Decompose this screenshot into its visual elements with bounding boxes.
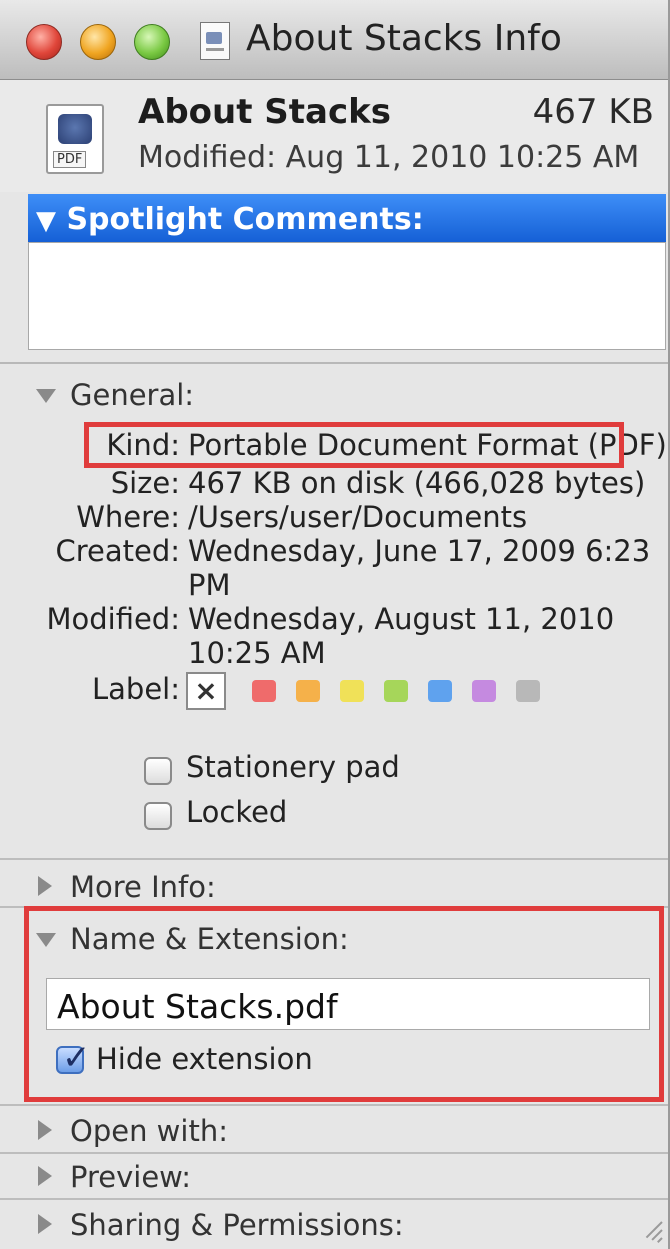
info-window: About Stacks Info PDF About Stacks 467 K… (0, 0, 670, 1249)
label-color-swatch[interactable] (384, 680, 408, 702)
preview-label: Preview: (70, 1160, 192, 1194)
disclosure-right-icon (38, 1214, 52, 1234)
created-value: Wednesday, June 17, 2009 6:23 (188, 534, 651, 568)
file-modified: Modified: Aug 11, 2010 10:25 AM (138, 140, 640, 175)
modified-value-cont: 10:25 AM (188, 636, 326, 670)
label-none-button[interactable]: × (186, 672, 226, 710)
general-section-label: General: (70, 378, 195, 412)
sharing-permissions-section-header[interactable]: Sharing & Permissions: (0, 1200, 668, 1249)
file-type-tag: PDF (53, 151, 87, 168)
modified-label: Modified: (46, 602, 180, 636)
stationery-pad-label: Stationery pad (186, 750, 400, 784)
spotlight-comments-field[interactable] (28, 242, 666, 350)
general-section-header[interactable]: General: (0, 370, 668, 420)
spotlight-comments-header[interactable]: ▼ Spotlight Comments: (28, 194, 666, 242)
created-value-cont: PM (188, 568, 231, 602)
locked-label: Locked (186, 795, 288, 829)
more-info-section-header[interactable]: More Info: (0, 862, 668, 912)
open-with-label: Open with: (70, 1114, 228, 1148)
disclosure-down-icon (36, 389, 56, 403)
label-color-swatch[interactable] (428, 680, 452, 702)
stationery-pad-checkbox[interactable] (144, 757, 172, 785)
where-label: Where: (76, 500, 180, 534)
divider (0, 858, 668, 860)
file-size: 467 KB (532, 92, 654, 132)
pdf-file-icon: PDF (46, 104, 104, 174)
window-title: About Stacks Info (246, 18, 562, 59)
created-label: Created: (55, 534, 180, 568)
locked-checkbox[interactable] (144, 802, 172, 830)
name-extension-highlight-box (24, 906, 664, 1102)
label-color-swatch[interactable] (252, 680, 276, 702)
preview-art-icon (58, 114, 92, 144)
zoom-button[interactable] (134, 24, 170, 60)
preview-section-header[interactable]: Preview: (0, 1152, 668, 1202)
open-with-section-header[interactable]: Open with: (0, 1106, 668, 1156)
title-bar[interactable]: About Stacks Info (0, 0, 668, 80)
minimize-button[interactable] (80, 24, 116, 60)
where-value: /Users/user/Documents (188, 500, 528, 534)
spotlight-comments-label: Spotlight Comments: (66, 202, 424, 237)
label-color-swatch[interactable] (296, 680, 320, 702)
modified-value: Wednesday, August 11, 2010 (188, 602, 615, 636)
label-label: Label: (91, 672, 180, 706)
sharing-permissions-label: Sharing & Permissions: (70, 1208, 404, 1242)
size-label: Size: (110, 466, 180, 500)
disclosure-right-icon (38, 1166, 52, 1186)
more-info-label: More Info: (70, 870, 216, 904)
disclosure-down-icon: ▼ (36, 206, 56, 236)
label-color-swatch[interactable] (516, 680, 540, 702)
size-value: 467 KB on disk (466,028 bytes) (188, 466, 646, 500)
close-button[interactable] (26, 24, 62, 60)
label-color-swatch[interactable] (472, 680, 496, 702)
disclosure-right-icon (38, 1120, 52, 1140)
file-name: About Stacks (138, 92, 391, 132)
resize-grip-icon[interactable] (638, 1219, 663, 1243)
disclosure-right-icon (38, 876, 52, 896)
document-icon (200, 22, 230, 60)
label-color-swatch[interactable] (340, 680, 364, 702)
divider (0, 362, 668, 364)
kind-highlight-box (84, 422, 624, 468)
